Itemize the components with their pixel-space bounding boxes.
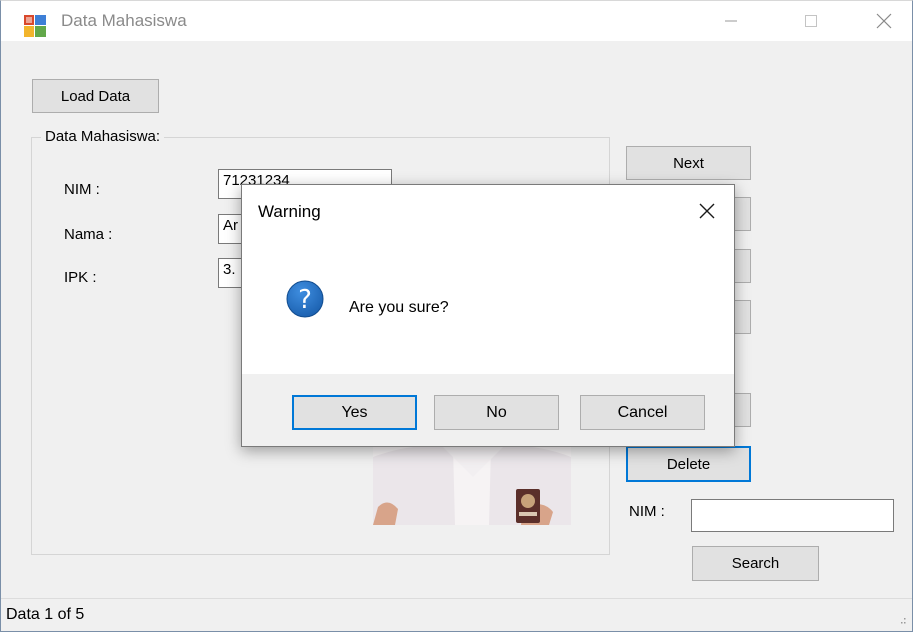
student-photo [373, 437, 571, 525]
dialog-close-button[interactable] [694, 198, 720, 224]
maximize-icon [805, 15, 817, 27]
nim-label: NIM : [64, 181, 100, 198]
status-text: Data 1 of 5 [6, 606, 85, 623]
minimize-icon [725, 20, 737, 22]
app-icon [24, 15, 46, 37]
delete-button[interactable]: Delete [626, 446, 751, 482]
groupbox-legend: Data Mahasiswa: [41, 127, 165, 147]
title-bar[interactable]: Data Mahasiswa [1, 1, 912, 41]
search-button[interactable]: Search [692, 546, 819, 581]
cancel-button[interactable]: Cancel [580, 395, 705, 430]
search-nim-label: NIM : [629, 503, 665, 520]
svg-text:?: ? [298, 285, 312, 315]
yes-button[interactable]: Yes [292, 395, 417, 430]
status-bar: Data 1 of 5 [1, 598, 912, 631]
close-icon [699, 203, 715, 219]
maximize-button[interactable] [786, 1, 836, 41]
load-data-button[interactable]: Load Data [32, 79, 159, 113]
close-button[interactable] [859, 1, 909, 41]
warning-dialog: Warning ? Are you sure? Yes No Cancel [241, 184, 735, 447]
question-icon: ? [286, 280, 324, 318]
dialog-message: Are you sure? [349, 299, 449, 316]
dialog-button-bar: Yes No Cancel [242, 374, 734, 446]
next-button[interactable]: Next [626, 146, 751, 180]
dialog-title: Warning [258, 202, 321, 221]
minimize-button[interactable] [706, 1, 756, 41]
search-nim-input[interactable] [691, 499, 894, 532]
close-icon [876, 13, 892, 29]
resize-grip-icon[interactable] [898, 617, 906, 625]
ipk-label: IPK : [64, 269, 97, 286]
window-title: Data Mahasiswa [61, 11, 187, 30]
no-button[interactable]: No [434, 395, 559, 430]
nama-label: Nama : [64, 226, 113, 243]
student-photo-image [373, 437, 571, 525]
